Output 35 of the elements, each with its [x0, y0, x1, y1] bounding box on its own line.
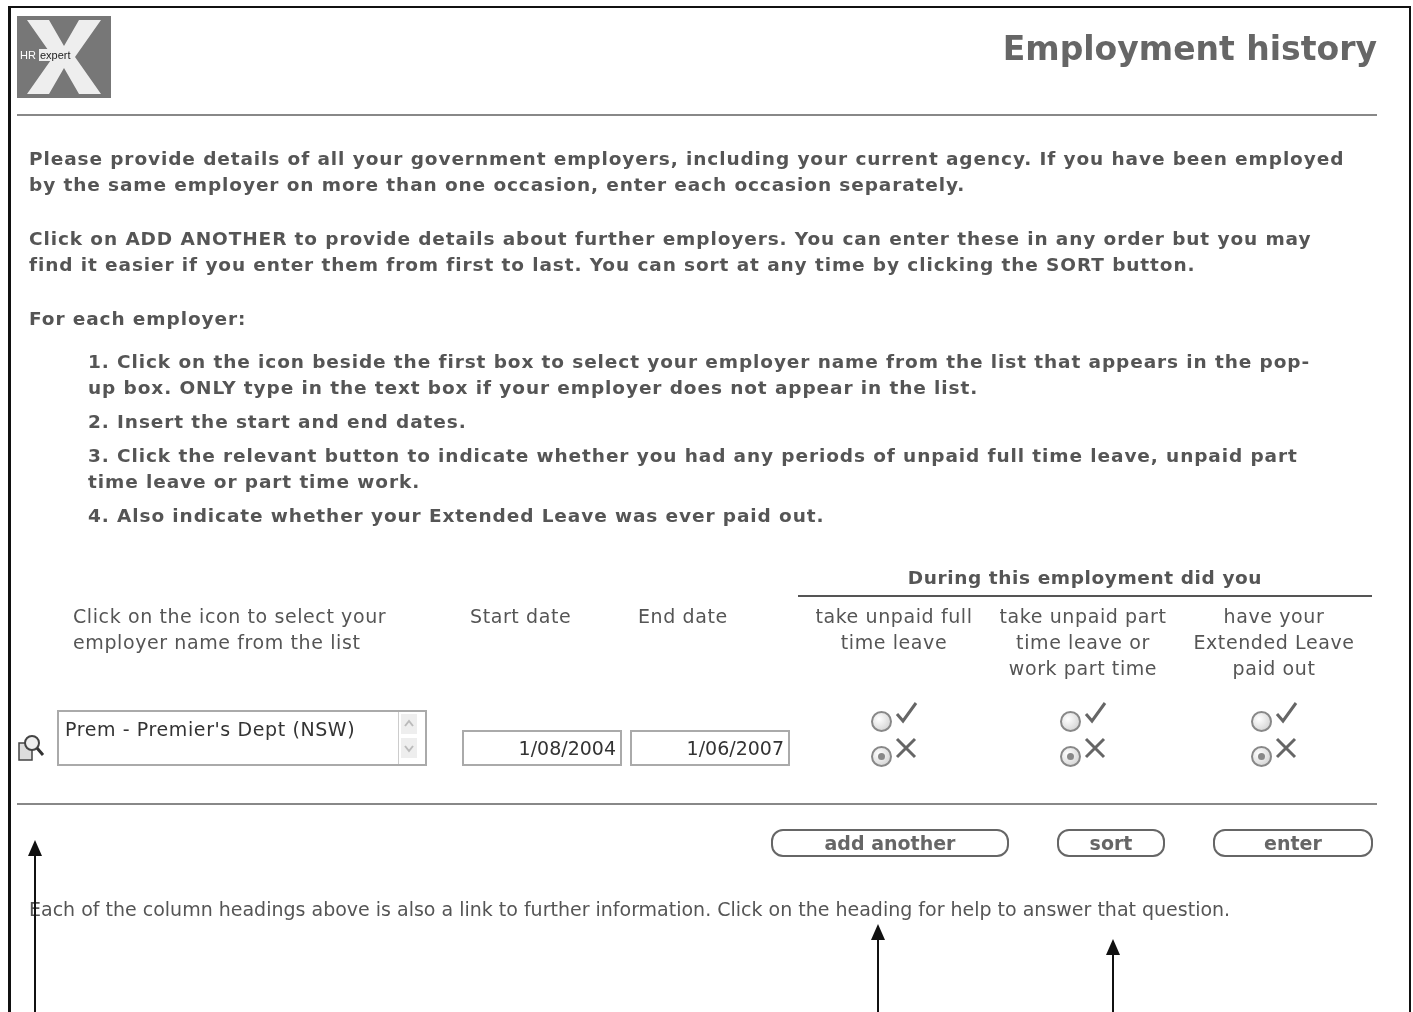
instruction-step: 2. Insert the start and end dates.	[88, 409, 1328, 435]
column-heading[interactable]: Start date	[462, 597, 630, 681]
instruction-paragraph: For each employer:	[29, 307, 248, 331]
column-heading[interactable]: take unpaid part time leave or work part time	[990, 597, 1176, 681]
check-icon	[1273, 701, 1298, 725]
radio-button[interactable]	[1250, 746, 1272, 767]
instruction-paragraph: Click on ADD ANOTHER to provide details about further employers. You can enter these in any order but you may find it easier if you enter them from first to last. You can sort at any time by clicking the SORT button.	[29, 227, 1313, 277]
check-icon	[1082, 701, 1107, 725]
page-title: Employment history	[1002, 29, 1377, 68]
instruction-step: 4. Also indicate whether your Extended Leave was ever paid out.	[88, 503, 1328, 529]
cross-icon	[1273, 736, 1298, 760]
cross-icon	[1082, 736, 1107, 760]
radio-button[interactable]	[870, 746, 892, 767]
radio-button[interactable]	[1059, 711, 1081, 732]
instruction-paragraph: Please provide details of all your government employers, including your current agency. If you have been employed by the same employer on more than one occasion, enter each occasion separately.	[29, 147, 1346, 197]
cross-icon	[893, 736, 918, 760]
column-heading[interactable]: take unpaid full time leave	[798, 597, 990, 681]
enter-button[interactable]: enter	[1213, 829, 1373, 857]
sort-button[interactable]: sort	[1057, 829, 1165, 857]
logo-text: HR	[20, 49, 36, 61]
column-heading[interactable]: End date	[630, 597, 798, 681]
group-heading[interactable]: During this employment did you	[798, 565, 1372, 597]
instruction-step: 3. Click the relevant button to indicate whether you had any periods of unpaid full time leave, unpaid part time leave or part time work.	[88, 443, 1328, 495]
column-heading[interactable]: Click on the icon to select your employer name from the list	[57, 597, 462, 681]
radio-button[interactable]	[1059, 746, 1081, 767]
end-date-field[interactable]: 1/06/2007	[630, 730, 790, 766]
start-date-field[interactable]: 1/08/2004	[462, 730, 622, 766]
column-heading[interactable]: have your Extended Leave paid out	[1176, 597, 1372, 681]
radio-button[interactable]	[870, 711, 892, 732]
instruction-step: 1. Click on the icon beside the first box to select your employer name from the list that appears in the pop-up box. ONLY type in the text box if your employer does not appear in the list.	[88, 349, 1328, 401]
check-icon	[893, 701, 918, 725]
add-button[interactable]: add another	[771, 829, 1009, 857]
radio-button[interactable]	[1250, 711, 1272, 732]
logo-text: expert	[39, 49, 72, 61]
search-icon[interactable]	[17, 733, 45, 763]
